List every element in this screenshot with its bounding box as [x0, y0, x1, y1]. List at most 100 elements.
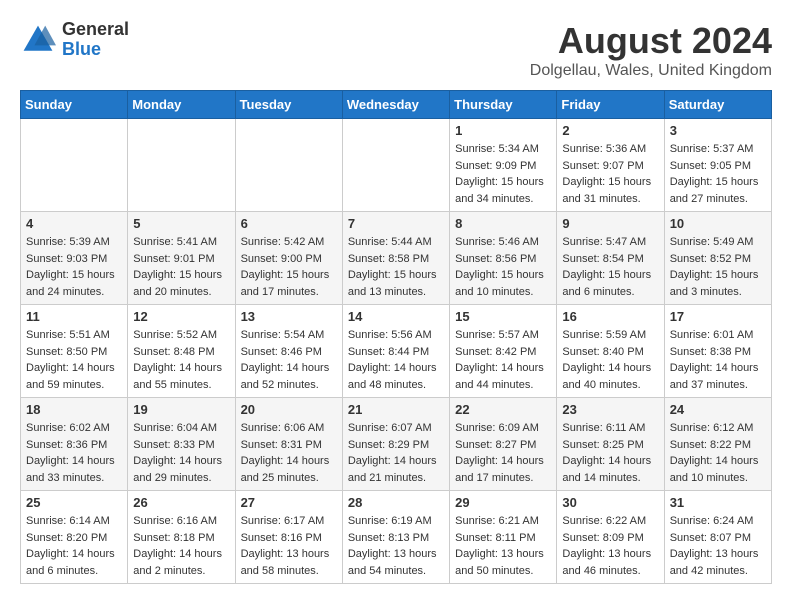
calendar-cell: 31Sunrise: 6:24 AM Sunset: 8:07 PM Dayli… — [664, 491, 771, 584]
day-number: 28 — [348, 495, 444, 510]
calendar-cell: 24Sunrise: 6:12 AM Sunset: 8:22 PM Dayli… — [664, 398, 771, 491]
calendar-cell: 27 Sunrise: 6:17 AM Sunset: 8:16 PM Dayli… — [235, 491, 342, 584]
day-info: Sunrise: 6:24 AM Sunset: 8:07 PM Dayligh… — [670, 513, 766, 579]
day-info: Sunrise: 6:07 AM Sunset: 8:29 PM Dayligh… — [348, 420, 444, 486]
day-info: Sunrise: 5:59 AM Sunset: 8:40 PM Dayligh… — [562, 327, 658, 393]
page-header: General Blue August 2024 Dolgellau, Wale… — [20, 20, 772, 80]
day-number: 1 — [455, 123, 551, 138]
calendar-cell: 10 Sunrise: 5:49 AM Sunset: 8:52 PM Dayli… — [664, 212, 771, 305]
day-info: Sunrise: 6:14 AM Sunset: 8:20 PM Dayligh… — [26, 513, 122, 579]
day-info: Sunrise: 5:57 AM Sunset: 8:42 PM Dayligh… — [455, 327, 551, 393]
day-info: Sunrise: 6:09 AM Sunset: 8:27 PM Dayligh… — [455, 420, 551, 486]
header-monday: Monday — [128, 91, 235, 119]
day-info: Sunrise: 5:36 AM Sunset: 9:07 PM Dayligh… — [562, 141, 658, 207]
calendar-table: Sunday Monday Tuesday Wednesday Thursday… — [20, 90, 772, 584]
logo: General Blue — [20, 20, 129, 60]
day-number: 20 — [241, 402, 337, 417]
day-number: 21 — [348, 402, 444, 417]
day-info: Sunrise: 5:37 AM Sunset: 9:05 PM Dayligh… — [670, 141, 766, 207]
day-number: 3 — [670, 123, 766, 138]
calendar-cell: 6 Sunrise: 5:42 AM Sunset: 9:00 PM Daylig… — [235, 212, 342, 305]
day-info: Sunrise: 5:46 AM Sunset: 8:56 PM Dayligh… — [455, 234, 551, 300]
day-number: 27 — [241, 495, 337, 510]
title-block: August 2024 Dolgellau, Wales, United Kin… — [530, 20, 772, 80]
calendar-cell — [21, 119, 128, 212]
calendar-cell: 7Sunrise: 5:44 AM Sunset: 8:58 PM Daylig… — [342, 212, 449, 305]
header-tuesday: Tuesday — [235, 91, 342, 119]
day-info: Sunrise: 6:22 AM Sunset: 8:09 PM Dayligh… — [562, 513, 658, 579]
logo-blue-text: Blue — [62, 39, 101, 59]
day-info: Sunrise: 6:06 AM Sunset: 8:31 PM Dayligh… — [241, 420, 337, 486]
calendar-cell: 21 Sunrise: 6:07 AM Sunset: 8:29 PM Dayli… — [342, 398, 449, 491]
day-number: 16 — [562, 309, 658, 324]
day-info: Sunrise: 6:12 AM Sunset: 8:22 PM Dayligh… — [670, 420, 766, 486]
day-number: 29 — [455, 495, 551, 510]
day-number: 23 — [562, 402, 658, 417]
day-number: 11 — [26, 309, 122, 324]
calendar-cell: 25 Sunrise: 6:14 AM Sunset: 8:20 PM Dayli… — [21, 491, 128, 584]
calendar-cell: 18Sunrise: 6:02 AM Sunset: 8:36 PM Dayli… — [21, 398, 128, 491]
day-info: Sunrise: 5:42 AM Sunset: 9:00 PM Dayligh… — [241, 234, 337, 300]
header-wednesday: Wednesday — [342, 91, 449, 119]
day-info: Sunrise: 5:47 AM Sunset: 8:54 PM Dayligh… — [562, 234, 658, 300]
day-number: 13 — [241, 309, 337, 324]
day-info: Sunrise: 5:54 AM Sunset: 8:46 PM Dayligh… — [241, 327, 337, 393]
day-info: Sunrise: 6:16 AM Sunset: 8:18 PM Dayligh… — [133, 513, 229, 579]
calendar-cell: 16 Sunrise: 5:59 AM Sunset: 8:40 PM Dayli… — [557, 305, 664, 398]
day-info: Sunrise: 6:01 AM Sunset: 8:38 PM Dayligh… — [670, 327, 766, 393]
day-info: Sunrise: 5:49 AM Sunset: 8:52 PM Dayligh… — [670, 234, 766, 300]
calendar-cell: 5 Sunrise: 5:41 AM Sunset: 9:01 PM Daylig… — [128, 212, 235, 305]
calendar-cell: 12 Sunrise: 5:52 AM Sunset: 8:48 PM Dayli… — [128, 305, 235, 398]
calendar-cell: 20 Sunrise: 6:06 AM Sunset: 8:31 PM Dayli… — [235, 398, 342, 491]
month-year-title: August 2024 — [530, 20, 772, 62]
calendar-cell: 2 Sunrise: 5:36 AM Sunset: 9:07 PM Daylig… — [557, 119, 664, 212]
day-number: 7 — [348, 216, 444, 231]
calendar-cell: 22 Sunrise: 6:09 AM Sunset: 8:27 PM Dayli… — [450, 398, 557, 491]
calendar-cell: 3 Sunrise: 5:37 AM Sunset: 9:05 PM Daylig… — [664, 119, 771, 212]
day-number: 22 — [455, 402, 551, 417]
calendar-week-1: 1 Sunrise: 5:34 AM Sunset: 9:09 PM Daylig… — [21, 119, 772, 212]
calendar-cell: 14Sunrise: 5:56 AM Sunset: 8:44 PM Dayli… — [342, 305, 449, 398]
calendar-cell: 4 Sunrise: 5:39 AM Sunset: 9:03 PM Daylig… — [21, 212, 128, 305]
calendar-week-4: 18Sunrise: 6:02 AM Sunset: 8:36 PM Dayli… — [21, 398, 772, 491]
calendar-cell: 9 Sunrise: 5:47 AM Sunset: 8:54 PM Daylig… — [557, 212, 664, 305]
day-info: Sunrise: 5:52 AM Sunset: 8:48 PM Dayligh… — [133, 327, 229, 393]
day-number: 9 — [562, 216, 658, 231]
day-info: Sunrise: 6:04 AM Sunset: 8:33 PM Dayligh… — [133, 420, 229, 486]
day-number: 18 — [26, 402, 122, 417]
calendar-cell: 26 Sunrise: 6:16 AM Sunset: 8:18 PM Dayli… — [128, 491, 235, 584]
calendar-cell: 28Sunrise: 6:19 AM Sunset: 8:13 PM Dayli… — [342, 491, 449, 584]
logo-general-text: General — [62, 19, 129, 39]
day-info: Sunrise: 5:39 AM Sunset: 9:03 PM Dayligh… — [26, 234, 122, 300]
calendar-cell: 19Sunrise: 6:04 AM Sunset: 8:33 PM Dayli… — [128, 398, 235, 491]
calendar-week-2: 4 Sunrise: 5:39 AM Sunset: 9:03 PM Daylig… — [21, 212, 772, 305]
day-number: 12 — [133, 309, 229, 324]
calendar-cell: 1 Sunrise: 5:34 AM Sunset: 9:09 PM Daylig… — [450, 119, 557, 212]
header-thursday: Thursday — [450, 91, 557, 119]
header-friday: Friday — [557, 91, 664, 119]
day-number: 26 — [133, 495, 229, 510]
calendar-cell — [235, 119, 342, 212]
day-info: Sunrise: 5:56 AM Sunset: 8:44 PM Dayligh… — [348, 327, 444, 393]
day-info: Sunrise: 5:51 AM Sunset: 8:50 PM Dayligh… — [26, 327, 122, 393]
day-number: 8 — [455, 216, 551, 231]
calendar-body: 1 Sunrise: 5:34 AM Sunset: 9:09 PM Daylig… — [21, 119, 772, 584]
calendar-cell: 15Sunrise: 5:57 AM Sunset: 8:42 PM Dayli… — [450, 305, 557, 398]
calendar-cell: 8 Sunrise: 5:46 AM Sunset: 8:56 PM Daylig… — [450, 212, 557, 305]
day-number: 4 — [26, 216, 122, 231]
day-number: 5 — [133, 216, 229, 231]
day-info: Sunrise: 5:34 AM Sunset: 9:09 PM Dayligh… — [455, 141, 551, 207]
header-sunday: Sunday — [21, 91, 128, 119]
day-number: 25 — [26, 495, 122, 510]
calendar-cell: 23 Sunrise: 6:11 AM Sunset: 8:25 PM Dayli… — [557, 398, 664, 491]
day-number: 6 — [241, 216, 337, 231]
day-number: 10 — [670, 216, 766, 231]
day-info: Sunrise: 6:11 AM Sunset: 8:25 PM Dayligh… — [562, 420, 658, 486]
day-info: Sunrise: 6:17 AM Sunset: 8:16 PM Dayligh… — [241, 513, 337, 579]
calendar-cell: 17Sunrise: 6:01 AM Sunset: 8:38 PM Dayli… — [664, 305, 771, 398]
calendar-week-3: 11 Sunrise: 5:51 AM Sunset: 8:50 PM Dayli… — [21, 305, 772, 398]
day-number: 2 — [562, 123, 658, 138]
header-row: Sunday Monday Tuesday Wednesday Thursday… — [21, 91, 772, 119]
calendar-cell — [128, 119, 235, 212]
day-info: Sunrise: 5:41 AM Sunset: 9:01 PM Dayligh… — [133, 234, 229, 300]
